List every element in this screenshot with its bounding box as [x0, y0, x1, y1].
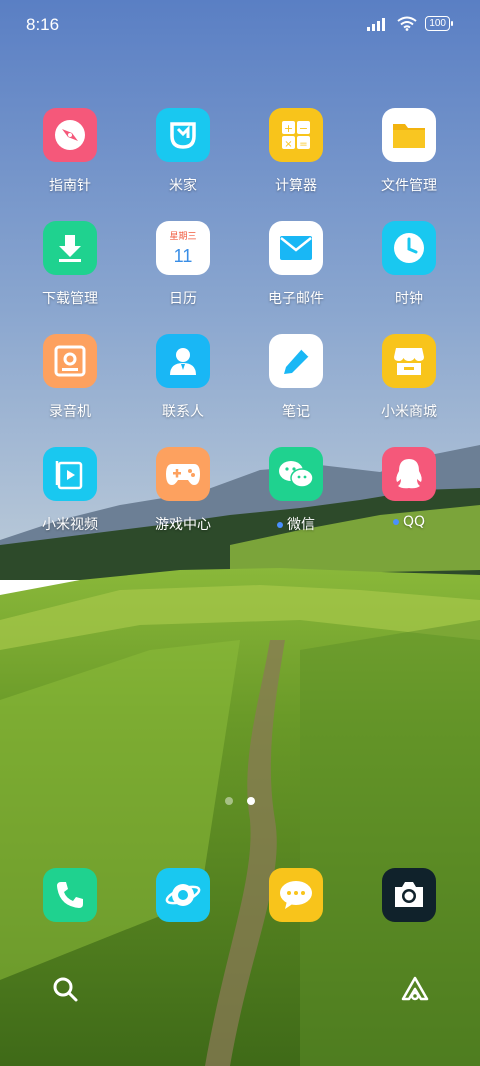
- app-label: 电子邮件: [246, 288, 346, 308]
- app-store[interactable]: 小米商城: [359, 334, 459, 421]
- wifi-icon: [397, 16, 417, 31]
- app-label: 日历: [133, 288, 233, 308]
- compass-icon: [43, 108, 97, 162]
- app-recorder[interactable]: 录音机: [20, 334, 120, 421]
- calendar-icon: 星期三 11: [156, 221, 210, 275]
- app-label: QQ: [359, 514, 459, 530]
- contacts-icon: [156, 334, 210, 388]
- app-label-text: 日历: [169, 291, 197, 307]
- search-icon[interactable]: [50, 974, 80, 1004]
- app-label-text: 游戏中心: [155, 517, 211, 533]
- mail-icon: [269, 221, 323, 275]
- app-label: 米家: [133, 175, 233, 195]
- status-icons: 100: [367, 16, 453, 31]
- calendar-day: 11: [173, 246, 193, 266]
- app-label-text: QQ: [402, 514, 426, 530]
- new-install-dot: [392, 519, 399, 525]
- dock-messages[interactable]: [246, 868, 346, 922]
- folder-icon: [382, 108, 436, 162]
- app-mail[interactable]: 电子邮件: [246, 221, 346, 308]
- app-folder[interactable]: 文件管理: [359, 108, 459, 195]
- app-label: 指南针: [20, 175, 120, 195]
- svg-text:=: =: [299, 139, 307, 150]
- app-label: 下载管理: [20, 288, 120, 308]
- app-label: 小米商城: [359, 401, 459, 421]
- new-install-dot: [277, 522, 283, 528]
- dock-browser[interactable]: [133, 868, 233, 922]
- app-label-text: 指南针: [49, 178, 91, 194]
- signal-icon: [367, 17, 386, 31]
- svg-text:×: ×: [284, 139, 292, 150]
- video-icon: [43, 447, 97, 501]
- store-icon: [382, 334, 436, 388]
- clock-icon: [382, 221, 436, 275]
- app-calculator[interactable]: + − × = 计算器: [246, 108, 346, 195]
- app-compass[interactable]: 指南针: [20, 108, 120, 195]
- app-gamepad[interactable]: 游戏中心: [133, 447, 233, 534]
- app-vault-icon[interactable]: [400, 974, 430, 1004]
- gamepad-icon: [156, 447, 210, 501]
- app-download[interactable]: 下载管理: [20, 221, 120, 308]
- messages-icon: [269, 868, 323, 922]
- status-time: 8:16: [26, 15, 60, 34]
- app-label-text: 笔记: [282, 404, 310, 420]
- app-label-text: 计算器: [275, 178, 317, 194]
- app-label-text: 时钟: [395, 291, 423, 307]
- wechat-icon: [269, 447, 323, 501]
- app-label: 计算器: [246, 175, 346, 195]
- mijia-icon: [156, 108, 210, 162]
- app-label-text: 米家: [169, 178, 197, 194]
- browser-icon: [156, 868, 210, 922]
- phone-icon: [43, 868, 97, 922]
- app-label-text: 小米商城: [381, 404, 437, 420]
- dock-camera[interactable]: [359, 868, 459, 922]
- battery-indicator: 100: [425, 16, 453, 31]
- calculator-icon: + − × =: [269, 108, 323, 162]
- app-label-text: 小米视频: [42, 517, 98, 533]
- svg-text:−: −: [299, 122, 308, 135]
- page-indicator: [0, 797, 480, 805]
- app-label: 录音机: [20, 401, 120, 421]
- calendar-weekday: 星期三: [169, 232, 197, 242]
- app-label-text: 录音机: [49, 404, 91, 420]
- status-bar: 8:16 100: [0, 0, 480, 50]
- download-icon: [43, 221, 97, 275]
- qq-icon: [382, 447, 436, 501]
- app-label-text: 下载管理: [42, 291, 98, 307]
- svg-text:+: +: [284, 122, 293, 135]
- app-notes[interactable]: 笔记: [246, 334, 346, 421]
- app-label: 联系人: [133, 401, 233, 421]
- page-dot-2[interactable]: [247, 797, 255, 805]
- app-label: 微信: [246, 514, 346, 534]
- app-qq[interactable]: QQ: [359, 447, 459, 530]
- app-mijia[interactable]: 米家: [133, 108, 233, 195]
- app-label-text: 电子邮件: [268, 291, 324, 307]
- app-label: 笔记: [246, 401, 346, 421]
- app-contacts[interactable]: 联系人: [133, 334, 233, 421]
- app-label: 小米视频: [20, 514, 120, 534]
- page-dot-1[interactable]: [225, 797, 233, 805]
- camera-icon: [382, 868, 436, 922]
- notes-icon: [269, 334, 323, 388]
- app-label-text: 联系人: [162, 404, 204, 420]
- dock-phone[interactable]: [20, 868, 120, 922]
- recorder-icon: [43, 334, 97, 388]
- app-label: 文件管理: [359, 175, 459, 195]
- app-clock[interactable]: 时钟: [359, 221, 459, 308]
- app-video[interactable]: 小米视频: [20, 447, 120, 534]
- app-label: 时钟: [359, 288, 459, 308]
- app-label: 游戏中心: [133, 514, 233, 534]
- app-label-text: 微信: [287, 517, 315, 533]
- app-label-text: 文件管理: [381, 178, 437, 194]
- app-calendar[interactable]: 星期三 11 日历: [133, 221, 233, 308]
- app-wechat[interactable]: 微信: [246, 447, 346, 534]
